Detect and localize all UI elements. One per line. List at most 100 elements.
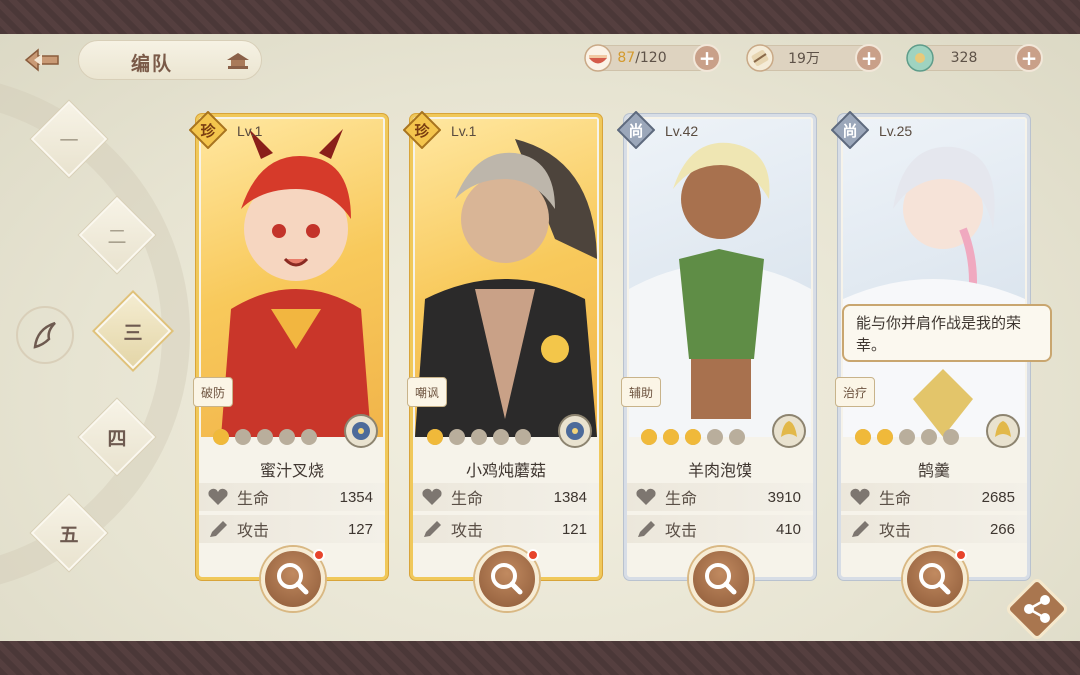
- card-level: Lv.25: [879, 123, 913, 139]
- team-tab-label: 五: [59, 523, 79, 546]
- atk-label: 攻击: [237, 521, 270, 540]
- stamina-max: /120: [635, 50, 667, 66]
- rarity-label: 珍: [200, 122, 216, 140]
- magnifier-icon: [491, 563, 523, 595]
- sword-icon: [638, 521, 655, 537]
- magnifier-icon: [277, 563, 309, 595]
- add-stamina-button[interactable]: +: [693, 44, 721, 72]
- atk-row: 攻击 127: [199, 515, 385, 543]
- team-tab-label: 二: [107, 225, 127, 248]
- atk-value: 410: [775, 520, 801, 538]
- character-name: 鹄羹: [917, 461, 950, 480]
- add-jade-button[interactable]: +: [1015, 44, 1043, 72]
- top-decor-band: [0, 0, 1080, 34]
- card-level: Lv.1: [451, 123, 477, 139]
- inspect-button[interactable]: [475, 547, 539, 611]
- formation-screen: 编队 87/120 + 19万 + 328 + 一 二 三 四 五 珍 Lv.1…: [0, 34, 1080, 641]
- role-tag: 辅助: [621, 377, 661, 407]
- hp-row: 生命 1354: [199, 483, 385, 511]
- hp-value: 3910: [767, 488, 801, 506]
- inspect-button[interactable]: [903, 547, 967, 611]
- character-card[interactable]: 珍 Lv.1 嘲讽 小鸡炖蘑菇 生命 1384 攻击 121: [403, 111, 602, 611]
- element-wing-icon: [772, 414, 806, 448]
- share-button[interactable]: [1004, 576, 1070, 641]
- flame-stars-icon: [641, 429, 745, 445]
- hp-value: 2685: [981, 488, 1015, 506]
- jade-value: 328: [950, 50, 978, 66]
- speech-bubble: 能与你并肩作战是我的荣幸。: [842, 304, 1052, 362]
- sword-icon: [424, 521, 441, 537]
- atk-row: 攻击 410: [627, 515, 813, 543]
- bottom-decor-band: [0, 641, 1080, 675]
- card-level: Lv.42: [665, 123, 699, 139]
- character-name: 小鸡炖蘑菇: [465, 461, 546, 480]
- element-wing-icon: [986, 414, 1020, 448]
- atk-value: 127: [347, 520, 373, 538]
- stamina-current: 87: [617, 50, 636, 66]
- atk-label: 攻击: [665, 521, 698, 540]
- rarity-badge: 珍: [189, 111, 227, 149]
- atk-row: 攻击 121: [413, 515, 599, 543]
- character-name: 羊肉泡馍: [687, 461, 752, 480]
- team-tab-label: 三: [123, 321, 143, 344]
- hp-row: 生命 3910: [627, 483, 813, 511]
- card-level: Lv.1: [237, 123, 263, 139]
- character-card[interactable]: 珍 Lv.1 破防 蜜汁叉烧 生命 1354 攻击 127: [189, 111, 388, 611]
- pagoda-icon: [227, 53, 249, 69]
- hp-label: 生命: [665, 489, 698, 508]
- hp-value: 1354: [339, 488, 373, 506]
- character-name: 蜜汁叉烧: [259, 461, 324, 480]
- jade-counter: 328 +: [906, 44, 1043, 72]
- rarity-badge: 尚: [617, 111, 655, 149]
- hp-row: 生命 2685: [841, 483, 1027, 511]
- scroll-counter: 19万 +: [746, 44, 883, 72]
- hp-label: 生命: [237, 489, 270, 508]
- flame-stars-icon: [427, 429, 531, 445]
- page-title: 编队: [131, 53, 174, 75]
- flame-stars-icon: [213, 429, 317, 445]
- role-tag: 破防: [193, 377, 233, 407]
- magnifier-icon: [705, 563, 737, 595]
- atk-label: 攻击: [451, 521, 484, 540]
- back-arrow-icon: [24, 48, 59, 72]
- heart-icon: [636, 488, 656, 505]
- notification-dot: [955, 549, 967, 561]
- rarity-label: 尚: [842, 122, 857, 140]
- rarity-label: 珍: [414, 122, 430, 140]
- share-icon: [1024, 595, 1050, 623]
- inspect-button[interactable]: [261, 547, 325, 611]
- title-bar: 编队: [78, 40, 262, 80]
- role-tag: 治疗: [835, 377, 875, 407]
- magnifier-icon: [919, 563, 951, 595]
- rarity-badge: 珍: [403, 111, 441, 149]
- star-rating: [853, 425, 973, 449]
- leaf-emblem-icon: [33, 321, 56, 349]
- hp-label: 生命: [451, 489, 484, 508]
- flame-stars-icon: [855, 429, 959, 445]
- inspect-button[interactable]: [689, 547, 753, 611]
- hp-value: 1384: [553, 488, 587, 506]
- element-flower-icon: [344, 414, 378, 448]
- notification-dot: [527, 549, 539, 561]
- atk-value: 121: [561, 520, 587, 538]
- hp-row: 生命 1384: [413, 483, 599, 511]
- heart-icon: [422, 488, 442, 505]
- atk-row: 攻击 266: [841, 515, 1027, 543]
- star-rating: [211, 425, 331, 449]
- role-tag: 嘲讽: [407, 377, 447, 407]
- add-scroll-button[interactable]: +: [855, 44, 883, 72]
- team-tab-label: 四: [107, 427, 127, 450]
- stamina-counter: 87/120 +: [584, 44, 721, 72]
- sword-icon: [852, 521, 869, 537]
- atk-label: 攻击: [879, 521, 912, 540]
- star-rating: [425, 425, 545, 449]
- element-flower-icon: [558, 414, 592, 448]
- notification-dot: [313, 549, 325, 561]
- rarity-label: 尚: [628, 122, 643, 140]
- star-rating: [639, 425, 759, 449]
- character-card[interactable]: 尚 Lv.42 辅助 羊肉泡馍 生命 3910 攻击 410: [617, 111, 816, 611]
- team-tab-label: 一: [59, 129, 79, 152]
- scroll-value: 19万: [788, 51, 820, 67]
- back-button[interactable]: [14, 42, 70, 78]
- heart-icon: [850, 488, 870, 505]
